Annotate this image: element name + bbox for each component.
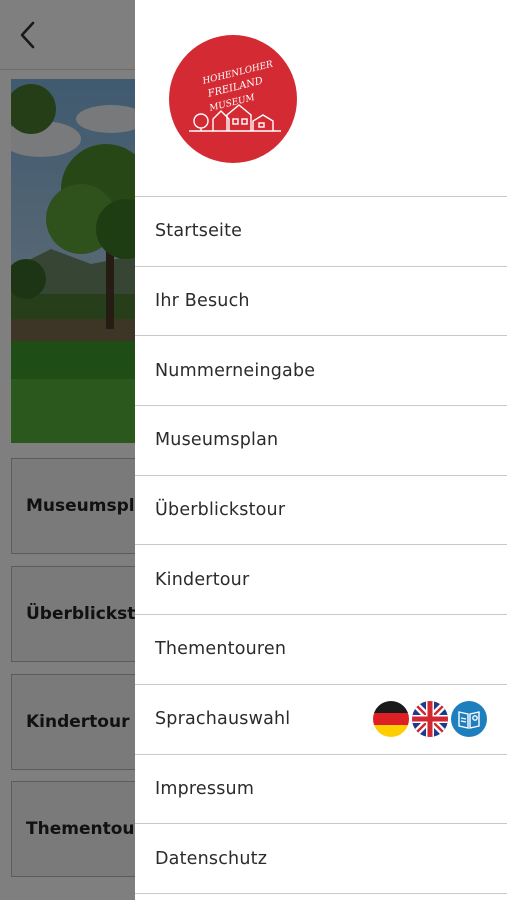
menu-item-museumsplan[interactable]: Museumsplan [135, 406, 507, 476]
menu-item-datenschutz[interactable]: Datenschutz [135, 824, 507, 894]
menu-item-label: Thementouren [155, 639, 287, 660]
menu-item-label: Kindertour [155, 569, 250, 590]
menu-item-label: Museumsplan [155, 430, 279, 451]
menu-item-label: Startseite [155, 221, 243, 242]
navigation-drawer: HOHENLOHER FREILAND MUSEUM Startseite Ih… [135, 0, 507, 900]
menu-item-ihr-besuch[interactable]: Ihr Besuch [135, 267, 507, 337]
drawer-menu: Startseite Ihr Besuch Nummerneingabe Mus… [135, 196, 507, 894]
menu-item-kindertour[interactable]: Kindertour [135, 545, 507, 616]
easy-language-icon[interactable] [451, 701, 487, 738]
museum-logo: HOHENLOHER FREILAND MUSEUM [169, 35, 297, 163]
uk-flag-icon[interactable] [412, 701, 448, 738]
menu-item-label: Sprachauswahl [155, 709, 291, 730]
menu-item-ueberblickstour[interactable]: Überblickstour [135, 476, 507, 546]
menu-item-label: Datenschutz [155, 848, 268, 869]
menu-item-impressum[interactable]: Impressum [135, 755, 507, 825]
menu-item-sprachauswahl[interactable]: Sprachauswahl [135, 685, 507, 755]
menu-item-label: Überblickstour [155, 500, 286, 521]
menu-item-thementouren[interactable]: Thementouren [135, 615, 507, 685]
german-flag-icon[interactable] [373, 701, 409, 738]
menu-item-label: Impressum [155, 778, 255, 799]
menu-item-startseite[interactable]: Startseite [135, 197, 507, 267]
drawer-header: HOHENLOHER FREILAND MUSEUM [135, 0, 507, 197]
language-flags [373, 701, 487, 738]
menu-item-label: Ihr Besuch [155, 291, 250, 312]
menu-item-nummerneingabe[interactable]: Nummerneingabe [135, 336, 507, 407]
menu-item-label: Nummerneingabe [155, 360, 316, 381]
